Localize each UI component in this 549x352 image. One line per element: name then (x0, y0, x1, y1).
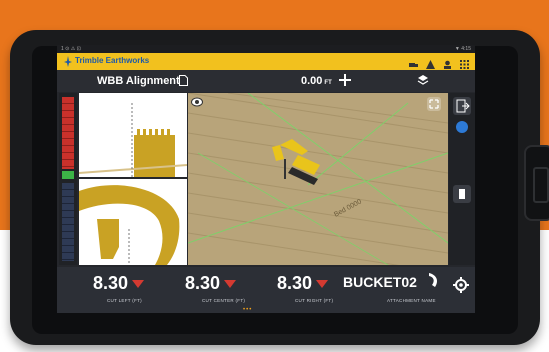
layers-icon[interactable] (417, 74, 429, 86)
alert-icon[interactable] (426, 56, 435, 69)
cut-arrow-icon (224, 280, 237, 289)
status-icons-right: ▼ 4:15 (454, 46, 471, 52)
cut-right-readout[interactable]: 8.30 (277, 273, 329, 294)
user-icon[interactable] (443, 56, 452, 69)
bucket-icon (429, 273, 437, 287)
cut-left-value: 8.30 (93, 273, 129, 293)
chat-icon[interactable] (456, 121, 468, 133)
right-rail (449, 93, 475, 265)
cut-right-caption: CUT RIGHT (FT) (295, 298, 334, 303)
cut-left-readout[interactable]: 8.30 (93, 273, 145, 294)
grid-menu-icon[interactable] (460, 56, 469, 69)
settings-icon[interactable] (451, 275, 471, 295)
cut-arrow-icon (132, 280, 145, 289)
cut-center-readout[interactable]: 8.30 (185, 273, 237, 294)
offset-unit: FT (324, 80, 332, 86)
on-grade-indicator (62, 171, 74, 179)
attachment-caption: ATTACHMENT NAME (387, 298, 436, 303)
design-toolbar: WBB Alignment 0.00 FT (57, 70, 475, 92)
machine-icon[interactable] (453, 185, 471, 203)
expand-icon[interactable] (427, 97, 441, 111)
app-header: Trimble Earthworks (57, 53, 475, 70)
exit-icon[interactable] (453, 97, 471, 115)
design-title[interactable]: WBB Alignment (97, 75, 180, 87)
elevation-guidance-bar (59, 93, 77, 265)
android-status-bar: 1 ⊙ ⚠ ⊡ ▼ 4:15 (57, 45, 475, 53)
offset-readout: 0.00 FT (301, 75, 332, 87)
attachment-name[interactable]: BUCKET02 (343, 274, 417, 290)
cut-fill-readouts: 8.30 CUT LEFT (FT) 8.30 CUT CENTER (FT) … (57, 267, 475, 313)
offset-value: 0.00 (301, 75, 323, 87)
plus-icon[interactable] (339, 74, 351, 86)
document-icon[interactable] (179, 75, 188, 86)
truck-icon[interactable] (409, 56, 418, 67)
side-profile-view (79, 179, 187, 265)
fill-indicator (62, 183, 74, 261)
eye-icon[interactable] (191, 97, 203, 107)
cut-center-caption: CUT CENTER (FT) (202, 298, 246, 303)
header-icons (409, 56, 469, 69)
terrain-canvas (188, 93, 448, 265)
front-profile-view (79, 93, 187, 177)
3d-machine-view[interactable]: Bed 0000 (188, 93, 448, 265)
cut-center-value: 8.30 (185, 273, 221, 293)
cut-indicator (62, 97, 74, 169)
pager-dots: ••• (243, 307, 253, 313)
tablet-side-grip (524, 145, 549, 221)
trimble-logo-icon (64, 56, 72, 67)
cut-left-caption: CUT LEFT (FT) (107, 298, 142, 303)
cut-arrow-icon (316, 280, 329, 289)
app-brand: Trimble Earthworks (75, 56, 150, 65)
tablet-screen: 1 ⊙ ⚠ ⊡ ▼ 4:15 Trimble Earthworks WBB Al… (57, 45, 475, 313)
cut-right-value: 8.30 (277, 273, 313, 293)
status-icons-left: 1 ⊙ ⚠ ⊡ (61, 46, 81, 52)
grip-tab (533, 167, 549, 203)
